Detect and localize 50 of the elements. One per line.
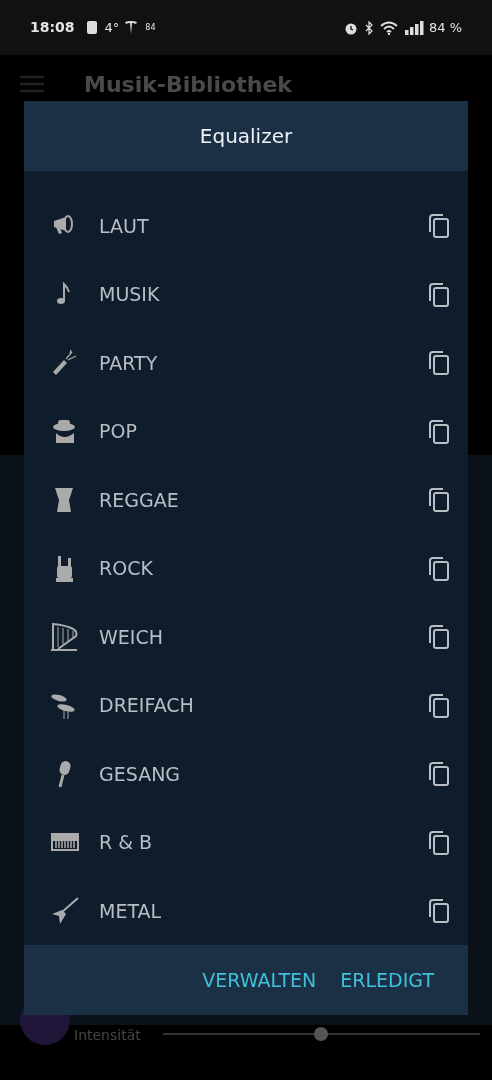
dialog-button[interactable]: ERLEDIGT: [340, 965, 434, 995]
preset-label: PARTY: [99, 350, 159, 376]
preset-item[interactable]: LAUT: [24, 191, 468, 261]
intensity-slider[interactable]: [162, 1027, 480, 1041]
copy-icon[interactable]: [428, 556, 450, 581]
slider-label: Intensität: [74, 1025, 141, 1045]
dialog-button[interactable]: VERWALTEN: [202, 965, 317, 995]
preset-label: LAUT: [99, 213, 150, 239]
copy-icon[interactable]: [428, 693, 450, 718]
preset-item[interactable]: ROCK: [24, 534, 468, 603]
copy-icon[interactable]: [428, 214, 450, 238]
bluetooth-icon: [364, 20, 373, 35]
preset-item[interactable]: MUSIK: [24, 260, 468, 329]
temperature: 4°: [104, 18, 120, 37]
preset-item[interactable]: PARTY: [24, 328, 468, 398]
preset-item[interactable]: METAL: [24, 876, 468, 946]
signal-icon: [404, 20, 425, 35]
preset-label: ROCK: [99, 556, 154, 582]
harp-icon: [50, 622, 80, 652]
guitar-icon: [50, 896, 80, 926]
copy-icon[interactable]: [428, 488, 450, 512]
slider-thumb[interactable]: [314, 1027, 329, 1041]
preset-label: MUSIK: [99, 282, 161, 308]
copy-icon[interactable]: [428, 762, 450, 786]
preset-item[interactable]: GESANG: [24, 739, 468, 809]
preset-label: METAL: [99, 898, 163, 924]
wifi-icon: [379, 20, 398, 35]
preset-item[interactable]: POP: [24, 397, 468, 466]
copy-icon[interactable]: [428, 830, 450, 855]
copy-icon[interactable]: [428, 625, 450, 649]
preset-label: GESANG: [99, 761, 182, 787]
preset-label: WEICH: [99, 624, 164, 650]
preset-label: REGGAE: [99, 487, 180, 513]
copy-icon[interactable]: [428, 282, 450, 307]
preset-item[interactable]: R & B: [24, 808, 468, 877]
copy-icon[interactable]: [428, 899, 450, 923]
preset-item[interactable]: DREIFACH: [24, 671, 468, 740]
preset-label: POP: [99, 419, 138, 445]
copy-icon[interactable]: [428, 351, 450, 375]
preset-item[interactable]: WEICH: [24, 602, 468, 672]
preset-label: DREIFACH: [99, 693, 195, 719]
preset-item[interactable]: REGGAE: [24, 465, 468, 535]
battery-level: 84 %: [428, 18, 462, 37]
app-title: Musik-Bibliothek: [84, 73, 292, 97]
clock: 18:08: [30, 18, 75, 37]
dialog-title: Equalizer: [199, 122, 293, 150]
copy-icon[interactable]: [428, 419, 450, 444]
preset-label: R & B: [99, 830, 154, 856]
bag-icon: [86, 21, 97, 34]
notification-count: 84: [145, 21, 156, 34]
